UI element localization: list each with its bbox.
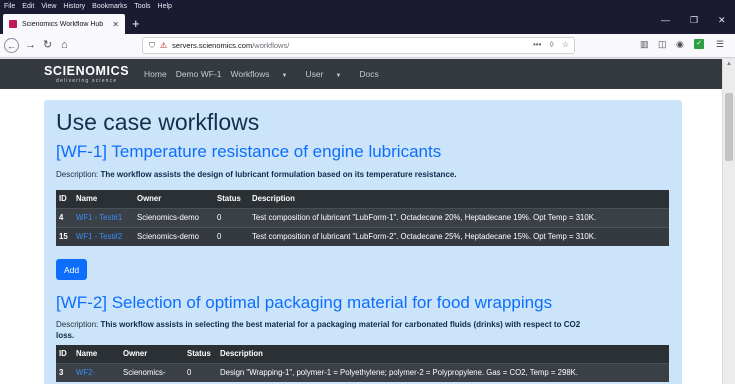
close-tab-icon[interactable]: ✕ <box>112 20 119 29</box>
forward-arrow-icon[interactable]: → <box>25 39 36 51</box>
nav-workflows-dropdown[interactable]: Workflows ▼ <box>231 69 297 79</box>
wf1-description-text: The workflow assists the design of lubri… <box>100 170 457 179</box>
row-name-cell: WF1 - Test#1 <box>73 207 134 227</box>
nav-home[interactable]: Home <box>144 69 167 79</box>
col-description: Description <box>249 190 669 209</box>
menu-file[interactable]: File <box>4 3 15 10</box>
row-owner: Scienomics-demo <box>134 226 214 246</box>
menu-edit[interactable]: Edit <box>22 3 34 10</box>
caret-down-icon: ▼ <box>281 73 288 79</box>
col-id: ID <box>56 190 73 209</box>
col-name: Name <box>73 345 120 364</box>
url-path: /workflows/ <box>252 41 290 50</box>
menu-view[interactable]: View <box>41 3 56 10</box>
table-row: 4 WF1 - Test#1 Scienomics-demo 0 Test co… <box>56 207 669 227</box>
row-name-link[interactable]: WF1 - Test#2 <box>76 232 122 241</box>
row-status: 0 <box>214 207 249 227</box>
wf2-description-label: Description: <box>56 320 99 329</box>
table-row: 3 WF2- Scienomics- 0 Design "Wrapping-1"… <box>56 362 669 382</box>
nav-workflows-label: Workflows <box>230 69 270 79</box>
row-status: 0 <box>214 226 249 246</box>
site-navbar: SCIENOMICS delivering science Home Demo … <box>0 59 722 89</box>
scroll-thumb[interactable] <box>725 93 733 161</box>
workflows-panel: Use case workflows [WF-1] Temperature re… <box>44 100 682 384</box>
row-id: 3 <box>56 362 73 382</box>
row-owner: Scienomics- <box>120 362 184 382</box>
row-name-cell: WF1 - Test#2 <box>73 226 134 246</box>
site-favicon-icon <box>9 20 17 28</box>
bookmark-star-icon[interactable]: ☆ <box>562 40 569 49</box>
sidebar-icon[interactable]: ◫ <box>658 39 667 50</box>
new-tab-icon[interactable]: + <box>132 17 140 30</box>
close-window-icon[interactable]: ✕ <box>718 15 726 26</box>
page-content: Use case workflows [WF-1] Temperature re… <box>0 89 722 384</box>
nav-user-dropdown[interactable]: User ▼ <box>306 69 351 79</box>
wf2-description: Description: This workflow assists in se… <box>56 319 580 341</box>
row-status: 0 <box>184 362 217 382</box>
row-id: 15 <box>56 226 73 246</box>
table-row: 15 WF1 - Test#2 Scienomics-demo 0 Test c… <box>56 226 669 246</box>
insecure-lock-icon[interactable]: ⚠ <box>160 41 167 50</box>
table-header-row: ID Name Owner Status Description <box>56 345 669 364</box>
pocket-icon[interactable]: ◊ <box>550 40 554 49</box>
wf2-heading: [WF-2] Selection of optimal packaging ma… <box>56 293 553 312</box>
page-actions-icon[interactable]: ••• <box>533 40 541 49</box>
row-id: 4 <box>56 207 73 227</box>
back-arrow-icon[interactable]: ← <box>4 38 19 53</box>
row-owner: Scienomics-demo <box>134 207 214 227</box>
menu-help[interactable]: Help <box>158 3 172 10</box>
browser-toolbar: ← → ↻ ⌂ ⛉ ⚠ servers.scienomics.com/workf… <box>0 34 735 58</box>
hamburger-menu-icon[interactable]: ☰ <box>716 39 724 50</box>
menu-bookmarks[interactable]: Bookmarks <box>92 3 127 10</box>
nav-demo-wf1[interactable]: Demo WF-1 <box>176 69 222 79</box>
wf2-description-text: This workflow assists in selecting the b… <box>100 320 581 329</box>
minimize-icon[interactable]: — <box>661 15 670 25</box>
col-owner: Owner <box>134 190 214 209</box>
browser-tab[interactable]: Scienomics Workflow Hub ✕ <box>3 14 125 34</box>
brand-tagline: delivering science <box>56 78 118 84</box>
nav-docs[interactable]: Docs <box>359 69 378 79</box>
wf1-description-label: Description: <box>56 170 99 179</box>
row-name-link[interactable]: WF1 - Test#1 <box>76 213 122 222</box>
wf1-description: Description: The workflow assists the de… <box>56 169 457 180</box>
row-name-link[interactable]: WF2- <box>76 368 95 377</box>
browser-menubar: File Edit View History Bookmarks Tools H… <box>0 0 735 12</box>
menu-tools[interactable]: Tools <box>134 3 150 10</box>
caret-down-icon: ▼ <box>335 73 342 79</box>
brand-logo[interactable]: SCIENOMICS delivering science <box>44 64 130 85</box>
row-description: Test composition of lubricant "LubForm-2… <box>249 226 669 246</box>
wf1-heading: [WF-1] Temperature resistance of engine … <box>56 142 442 161</box>
add-button[interactable]: Add <box>56 259 87 280</box>
url-bar[interactable]: ⛉ ⚠ servers.scienomics.com/workflows/ ••… <box>142 37 575 54</box>
nav-user-label: User <box>305 69 324 79</box>
home-icon[interactable]: ⌂ <box>61 39 68 51</box>
col-status: Status <box>214 190 249 209</box>
menu-history[interactable]: History <box>63 3 85 10</box>
brand-name: SCIENOMICS <box>44 64 130 78</box>
page-scrollbar[interactable]: ▲ <box>722 59 735 384</box>
col-description: Description <box>217 345 669 364</box>
table-header-row: ID Name Owner Status Description <box>56 190 669 209</box>
library-icon[interactable]: ▥ <box>640 39 649 50</box>
col-name: Name <box>73 190 134 209</box>
row-name-cell: WF2- <box>73 362 120 382</box>
col-owner: Owner <box>120 345 184 364</box>
col-id: ID <box>56 345 73 364</box>
wf1-table: ID Name Owner Status Description 4 WF1 -… <box>56 190 669 246</box>
reload-icon[interactable]: ↻ <box>43 39 52 51</box>
row-description: Design "Wrapping-1", polymer-1 = Polyeth… <box>217 362 669 382</box>
wf2-description-text-cont: loss. <box>56 331 75 340</box>
extension-check-icon[interactable]: ✓ <box>694 39 704 49</box>
account-icon[interactable]: ◉ <box>676 39 684 50</box>
url-domain: servers.scienomics.com <box>172 41 253 50</box>
browser-tabstrip: Scienomics Workflow Hub ✕ + — ❐ ✕ <box>0 12 735 34</box>
col-status: Status <box>184 345 217 364</box>
row-description: Test composition of lubricant "LubForm-1… <box>249 207 669 227</box>
restore-icon[interactable]: ❐ <box>690 15 698 26</box>
tab-title: Scienomics Workflow Hub <box>22 20 104 28</box>
scroll-up-arrow-icon[interactable]: ▲ <box>726 61 732 67</box>
shield-icon[interactable]: ⛉ <box>149 41 155 51</box>
page-title: Use case workflows <box>56 109 260 135</box>
wf2-table: ID Name Owner Status Description 3 WF2- … <box>56 345 669 382</box>
